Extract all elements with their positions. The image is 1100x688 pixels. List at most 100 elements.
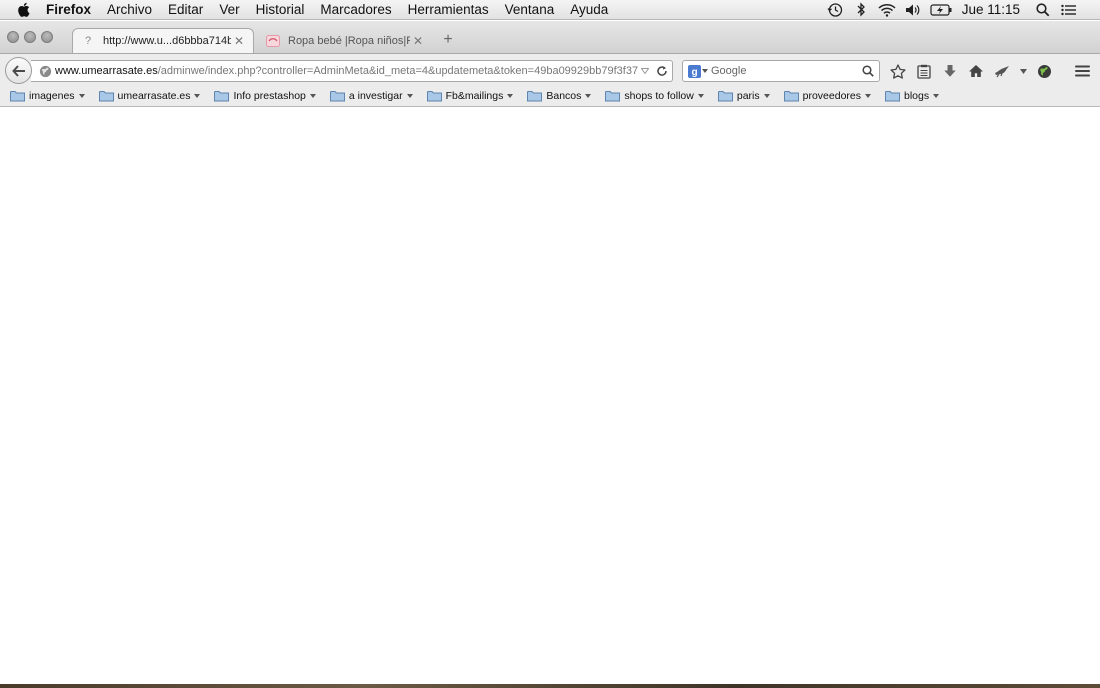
menu-marcadores[interactable]: Marcadores bbox=[312, 0, 399, 20]
bookmark-star-icon[interactable] bbox=[886, 61, 910, 81]
menu-bar-clock[interactable]: Jue 11:15 bbox=[956, 2, 1030, 17]
bookmark-label: Fb&mailings bbox=[445, 90, 504, 102]
bookmarks-menu-icon[interactable] bbox=[912, 61, 936, 81]
window-controls bbox=[7, 31, 53, 43]
search-bar[interactable]: g bbox=[682, 60, 880, 82]
search-input[interactable] bbox=[711, 65, 857, 77]
back-arrow-icon bbox=[11, 64, 25, 77]
tab-strip: ? http://www.u...d6bbba714bd3 ✕ Ropa beb… bbox=[0, 21, 1100, 53]
menu-ver[interactable]: Ver bbox=[211, 0, 247, 20]
chevron-down-icon[interactable] bbox=[1016, 61, 1030, 81]
wifi-icon[interactable] bbox=[874, 0, 900, 20]
chevron-down-icon bbox=[865, 94, 871, 98]
window-close-button[interactable] bbox=[7, 31, 19, 43]
bookmark-label: a investigar bbox=[348, 90, 403, 102]
chevron-down-icon bbox=[702, 69, 708, 73]
notification-center-icon[interactable] bbox=[1056, 0, 1082, 20]
page-content-area[interactable] bbox=[0, 107, 1100, 684]
toolbar-buttons bbox=[886, 61, 1058, 81]
menu-ayuda[interactable]: Ayuda bbox=[562, 0, 616, 20]
macos-menu-bar: Firefox Archivo Editar Ver Historial Mar… bbox=[0, 0, 1100, 20]
folder-icon bbox=[885, 90, 900, 102]
bookmark-folder-blogs[interactable]: blogs bbox=[885, 90, 940, 102]
bookmark-folder-shops-to-follow[interactable]: shops to follow bbox=[605, 90, 704, 102]
bookmark-label: paris bbox=[736, 90, 760, 102]
folder-icon bbox=[426, 90, 442, 102]
menu-app-firefox[interactable]: Firefox bbox=[46, 0, 99, 20]
url-text[interactable]: www.umearrasate.es/adminwe/index.php?con… bbox=[55, 65, 638, 77]
bookmark-folder-umearrasate[interactable]: umearrasate.es bbox=[98, 90, 201, 102]
chevron-down-icon bbox=[697, 94, 704, 98]
menu-editar[interactable]: Editar bbox=[160, 0, 211, 20]
site-identity-globe-icon[interactable] bbox=[35, 65, 55, 78]
bookmark-label: proveedores bbox=[802, 90, 861, 102]
extension-globe-icon[interactable] bbox=[1032, 61, 1056, 81]
tab-inactive[interactable]: Ropa bebé |Ropa niños|Rop... ✕ bbox=[258, 28, 432, 53]
menu-archivo[interactable]: Archivo bbox=[99, 0, 160, 20]
chevron-down-icon bbox=[763, 94, 770, 98]
svg-text:g: g bbox=[691, 67, 697, 78]
hamburger-menu-icon[interactable] bbox=[1070, 61, 1094, 81]
tab-title: Ropa bebé |Ropa niños|Rop... bbox=[288, 34, 410, 47]
folder-icon bbox=[329, 90, 345, 102]
navigation-toolbar: www.umearrasate.es/adminwe/index.php?con… bbox=[0, 53, 1100, 87]
folder-icon bbox=[717, 90, 733, 102]
folder-icon bbox=[783, 90, 799, 102]
extension-bird-icon[interactable] bbox=[990, 61, 1014, 81]
home-icon[interactable] bbox=[964, 61, 988, 81]
back-button[interactable] bbox=[5, 57, 32, 84]
apple-icon[interactable] bbox=[0, 2, 46, 17]
menu-historial[interactable]: Historial bbox=[248, 0, 313, 20]
folder-icon bbox=[10, 90, 25, 102]
bookmark-folder-bancos[interactable]: Bancos bbox=[527, 90, 592, 102]
google-icon: g bbox=[688, 64, 701, 78]
search-icon[interactable] bbox=[857, 65, 879, 77]
menu-ventana[interactable]: Ventana bbox=[497, 0, 563, 20]
battery-charging-icon[interactable] bbox=[926, 0, 956, 20]
chevron-down-icon bbox=[309, 94, 316, 98]
folder-icon bbox=[214, 90, 230, 102]
tab-active[interactable]: ? http://www.u...d6bbba714bd3 ✕ bbox=[72, 28, 254, 53]
downloads-icon[interactable] bbox=[938, 61, 962, 81]
status-area: Jue 11:15 bbox=[822, 0, 1100, 20]
tab-close-icon[interactable]: ✕ bbox=[231, 34, 247, 48]
folder-icon bbox=[527, 90, 543, 102]
menu-herramientas[interactable]: Herramientas bbox=[400, 0, 497, 20]
search-engine-selector[interactable]: g bbox=[685, 64, 711, 78]
spotlight-search-icon[interactable] bbox=[1030, 0, 1056, 20]
bookmark-folder-a-investigar[interactable]: a investigar bbox=[329, 90, 413, 102]
url-history-dropdown-icon[interactable] bbox=[638, 68, 652, 74]
desktop-wallpaper-strip bbox=[0, 684, 1100, 688]
bookmark-label: blogs bbox=[904, 90, 930, 102]
chevron-down-icon bbox=[507, 94, 514, 98]
tab-title: http://www.u...d6bbba714bd3 bbox=[103, 35, 231, 47]
folder-icon bbox=[98, 90, 114, 102]
time-machine-icon[interactable] bbox=[822, 0, 848, 20]
site-favicon-icon bbox=[266, 34, 280, 48]
bookmark-folder-fb-mailings[interactable]: Fb&mailings bbox=[426, 90, 514, 102]
tab-close-icon[interactable]: ✕ bbox=[410, 34, 426, 48]
bookmark-folder-paris[interactable]: paris bbox=[717, 90, 770, 102]
window-minimize-button[interactable] bbox=[24, 31, 36, 43]
bookmark-folder-imagenes[interactable]: imagenes bbox=[10, 90, 85, 102]
bookmark-label: Info prestashop bbox=[233, 90, 306, 102]
url-bar[interactable]: www.umearrasate.es/adminwe/index.php?con… bbox=[31, 60, 673, 82]
folder-icon bbox=[605, 90, 621, 102]
bluetooth-icon[interactable] bbox=[848, 0, 874, 20]
chevron-down-icon bbox=[78, 94, 85, 98]
chevron-down-icon bbox=[933, 94, 940, 98]
new-tab-button[interactable]: + bbox=[440, 32, 456, 48]
bookmarks-toolbar: imagenes umearrasate.es Info prestashop … bbox=[0, 86, 1100, 107]
bookmark-label: Bancos bbox=[546, 90, 582, 102]
chevron-down-icon bbox=[194, 94, 201, 98]
chevron-down-icon bbox=[406, 94, 413, 98]
url-path: /adminwe/index.php?controller=AdminMeta&… bbox=[157, 65, 638, 77]
bookmark-folder-info-prestashop[interactable]: Info prestashop bbox=[214, 90, 316, 102]
unknown-page-icon: ? bbox=[84, 35, 92, 47]
reload-icon[interactable] bbox=[652, 65, 672, 77]
volume-icon[interactable] bbox=[900, 0, 926, 20]
window-zoom-button[interactable] bbox=[41, 31, 53, 43]
bookmark-folder-proveedores[interactable]: proveedores bbox=[783, 90, 871, 102]
bookmark-label: umearrasate.es bbox=[117, 90, 191, 102]
bookmark-label: shops to follow bbox=[624, 90, 694, 102]
